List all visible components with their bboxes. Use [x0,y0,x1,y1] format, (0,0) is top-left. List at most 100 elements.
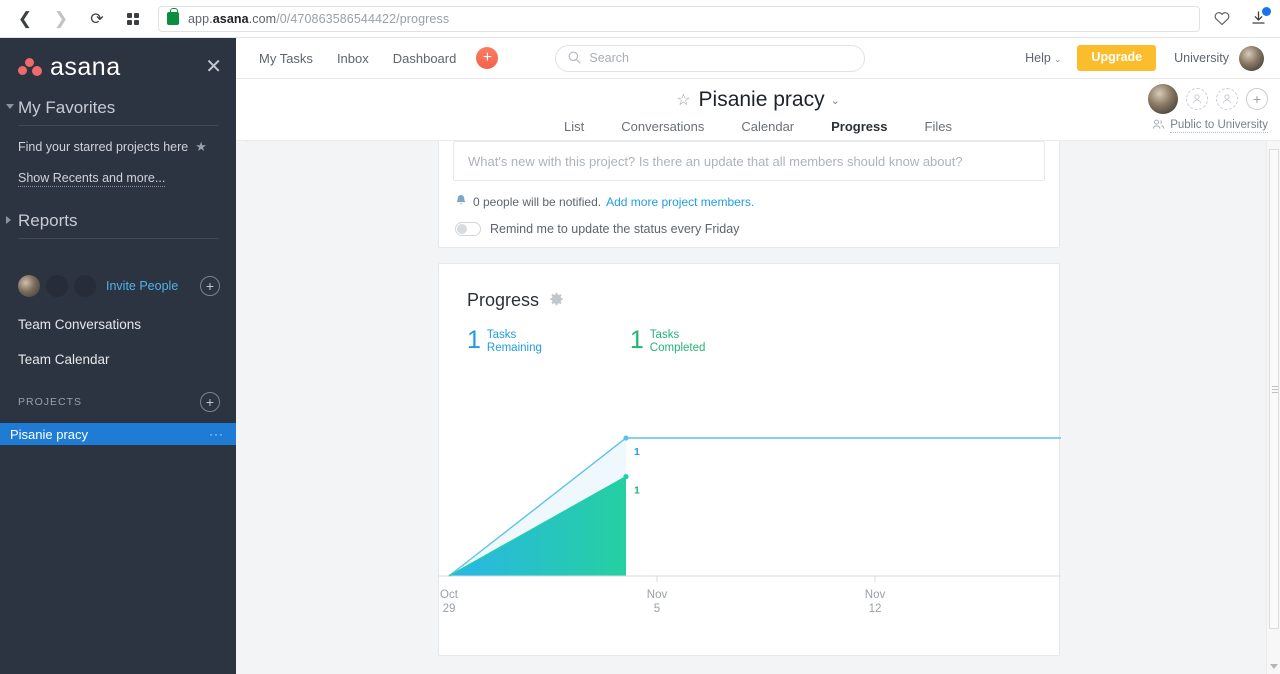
add-project-members-link[interactable]: Add more project members. [606,195,754,209]
stat-label: Tasks Remaining [487,329,542,355]
invite-people-link[interactable]: Invite People [106,279,178,293]
projects-header-label: PROJECTS [18,396,83,408]
chevron-down-icon[interactable] [6,104,14,109]
url-brand: asana [212,11,249,26]
tick-line1: Oct [440,589,458,601]
progress-chart: 1 1 [439,428,1061,588]
forward-icon[interactable]: ❯ [46,4,76,34]
status-update-placeholder: What's new with this project? Is there a… [468,153,963,169]
quick-add-button[interactable]: + [476,47,499,69]
scrollbar-thumb[interactable] [1269,149,1279,629]
sidebar-item-team-calendar[interactable]: Team Calendar [0,352,236,367]
sidebar-section-favorites[interactable]: My Favorites [0,98,236,126]
data-point-completed[interactable] [623,474,629,480]
stat-label-line2: Remaining [486,342,542,354]
url-host-suffix: .com [248,11,277,26]
url-text: app.asana.com/0/470863586544422/progress [188,12,449,26]
nav-my-tasks[interactable]: My Tasks [259,51,313,66]
sidebar-item-label: Team Calendar [18,352,110,367]
gear-icon[interactable] [549,292,564,309]
member-placeholder-icon[interactable] [1216,88,1238,110]
top-navigation: My Tasks Inbox Dashboard + Search Help ⌄ … [236,38,1280,79]
upgrade-button[interactable]: Upgrade [1077,45,1157,71]
workspace-name[interactable]: University [1174,51,1229,65]
chevron-down-icon: ⌄ [1053,54,1062,64]
nav-dashboard[interactable]: Dashboard [393,51,457,66]
stat-label-line1: Tasks [649,329,680,341]
search-icon [568,51,581,66]
download-icon[interactable] [1244,5,1272,33]
reload-icon[interactable]: ⟳ [82,4,112,34]
sidebar: asana ✕ My Favorites Find your starred p… [0,38,236,674]
reminder-row[interactable]: Remind me to update the status every Fri… [455,222,1059,236]
sidebar-item-label: Team Conversations [18,317,142,332]
show-recents-link[interactable]: Show Recents and more... [0,171,236,187]
avatar-placeholder [74,275,96,297]
star-icon: ★ [195,139,207,154]
vertical-scrollbar[interactable] [1266,141,1280,674]
privacy-label: Public to University [1170,119,1268,133]
bell-icon [455,194,467,210]
project-privacy[interactable]: Public to University [1152,119,1268,133]
sidebar-logo-row: asana ✕ [0,44,236,90]
back-icon[interactable]: ❮ [10,4,40,34]
chevron-right-icon[interactable] [6,216,11,224]
help-label: Help [1025,51,1051,65]
reminder-toggle[interactable] [455,222,481,236]
address-bar[interactable]: app.asana.com/0/470863586544422/progress [158,5,1200,32]
reports-title: Reports [18,211,218,239]
burndown-chart-svg: 1 1 [439,435,1061,582]
people-icon [1152,119,1165,133]
project-name: Pisanie pracy [10,426,89,442]
projects-header: PROJECTS + [0,392,236,412]
project-members: + Public to University [1148,84,1268,133]
browser-toolbar: ❮ ❯ ⟳ app.asana.com/0/470863586544422/pr… [0,0,1280,38]
x-axis-tick-label: Oct 29 [440,588,458,616]
status-update-input[interactable]: What's new with this project? Is there a… [453,141,1045,181]
member-avatars-row: + [1148,84,1268,114]
heart-icon[interactable] [1208,5,1236,33]
progress-card: Progress 1 Tasks Remaining 1 Tasks Compl… [438,263,1061,656]
main-content: ✦ What's new with this project? Is there… [236,141,1266,674]
add-member-button[interactable]: + [1246,88,1268,110]
stat-label: Tasks Completed [650,329,706,355]
asana-wordmark: asana [50,52,121,81]
top-nav-right: Help ⌄ Upgrade University [1025,45,1280,71]
starred-hint-text: Find your starred projects here [18,140,189,154]
project-header: ☆ Pisanie pracy ⌄ List Conversations Cal… [236,79,1280,146]
x-axis-tick-label: Nov 5 [647,588,667,616]
invite-people-row[interactable]: Invite People + [0,275,236,297]
close-sidebar-button[interactable]: ✕ [205,57,222,77]
grid-apps-icon[interactable] [118,4,148,34]
progress-stats: 1 Tasks Remaining 1 Tasks Completed [467,328,1059,355]
x-axis-labels: Oct 29 Nov 5 Nov 12 [439,588,1061,628]
sidebar-section-reports[interactable]: Reports [0,211,236,239]
lock-icon [167,8,179,25]
project-overflow-menu[interactable]: ··· [209,427,224,441]
reminder-label: Remind me to update the status every Fri… [490,222,740,236]
data-point-remaining[interactable] [623,435,629,441]
user-avatar[interactable] [1239,45,1264,71]
data-label-completed: 1 [634,485,640,497]
tick-line2: 29 [442,603,456,615]
add-member-button[interactable]: + [200,276,220,296]
stat-tasks-completed: 1 Tasks Completed [630,328,706,355]
notify-text: 0 people will be notified. [473,195,602,209]
project-title-row: ☆ Pisanie pracy ⌄ [236,88,1280,112]
progress-title: Progress [467,290,540,310]
page-title: Pisanie pracy [698,88,825,111]
favorite-star-icon[interactable]: ☆ [676,90,690,110]
nav-inbox[interactable]: Inbox [337,51,369,66]
sidebar-item-pisanie-pracy[interactable]: Pisanie pracy ··· [0,423,236,445]
add-project-button[interactable]: + [200,392,220,412]
sidebar-item-team-conversations[interactable]: Team Conversations [0,317,236,332]
member-placeholder-icon[interactable] [1186,88,1208,110]
tick-line2: 5 [653,603,661,615]
search-input[interactable]: Search [555,44,866,72]
help-menu[interactable]: Help ⌄ [1025,51,1061,65]
avatar[interactable] [1148,84,1178,114]
browser-actions [1208,5,1280,33]
scrollbar-down-arrow[interactable] [1270,664,1278,669]
stat-label-line2: Completed [649,342,706,354]
chevron-down-icon[interactable]: ⌄ [831,94,840,107]
